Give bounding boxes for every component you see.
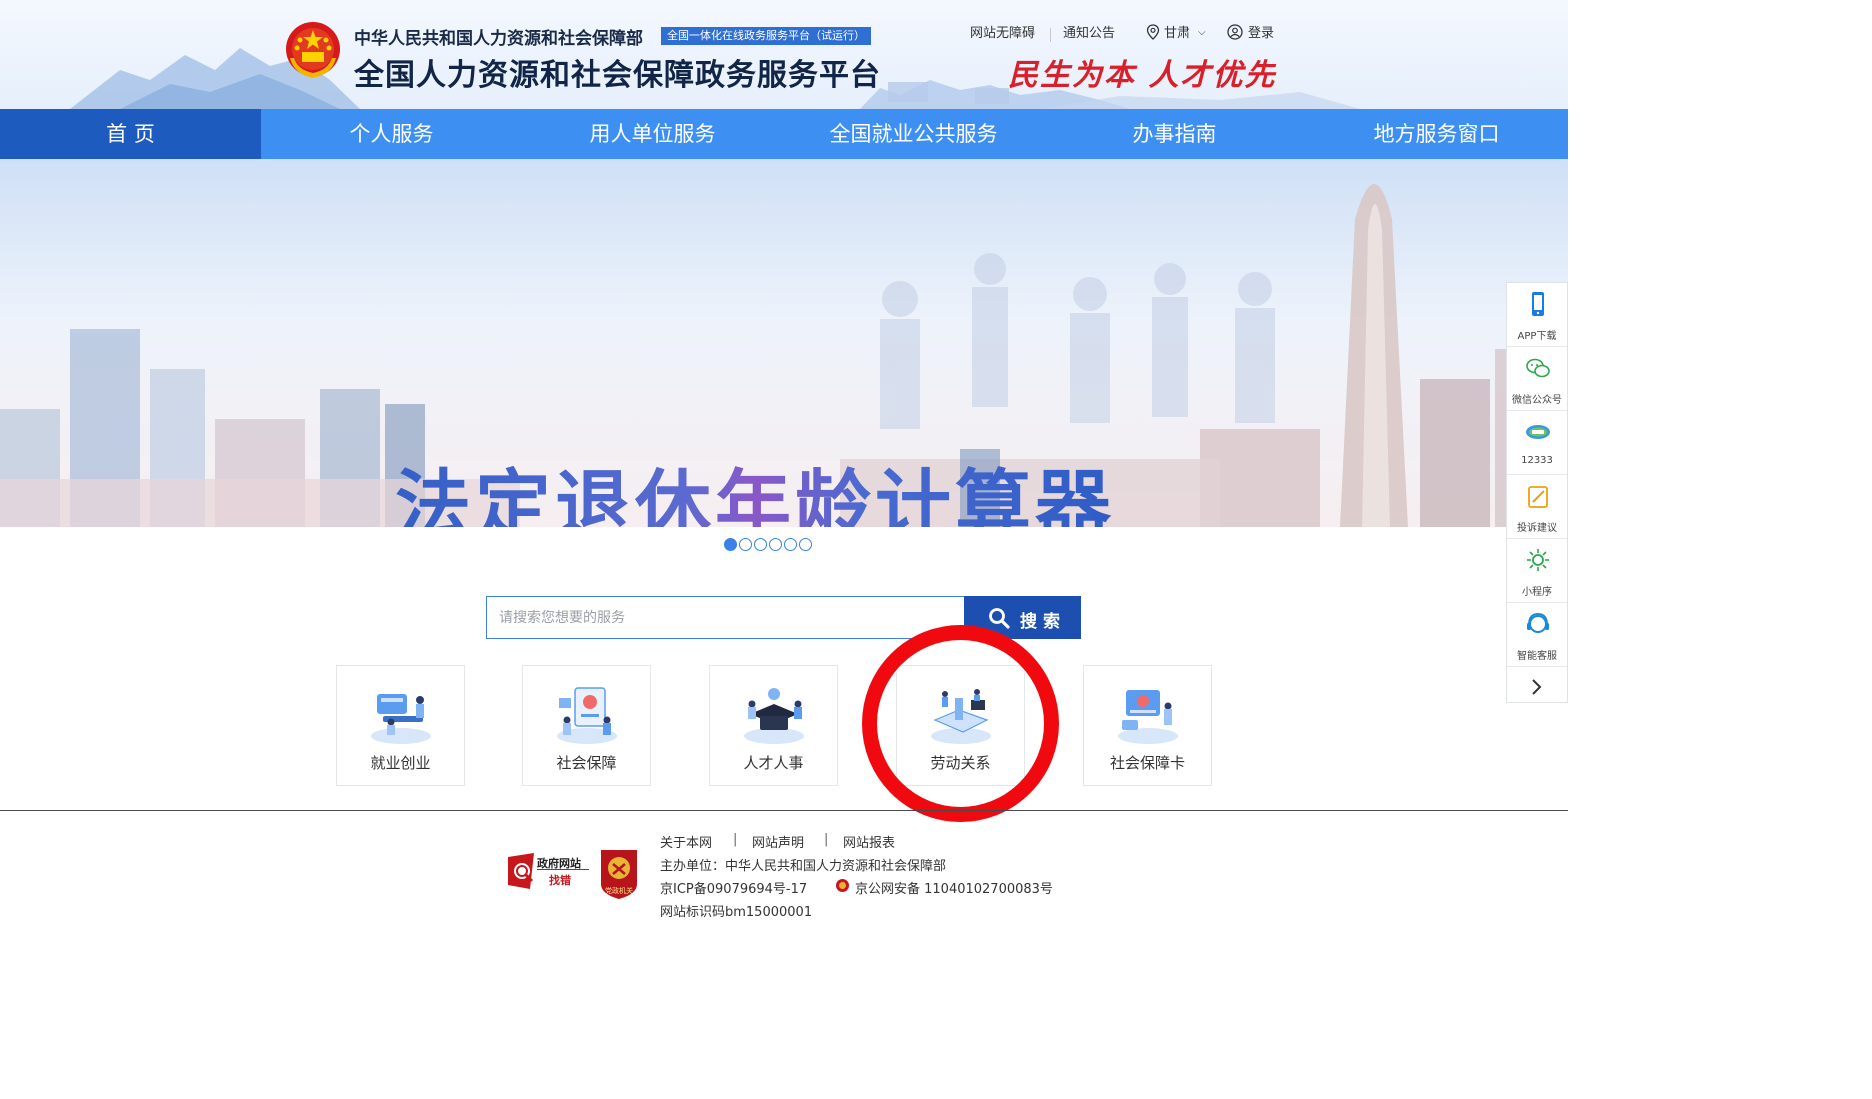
side-item-label: 12333: [1521, 455, 1553, 466]
footer-divider: [0, 810, 1568, 811]
side-item-app-download[interactable]: APP下载: [1507, 283, 1567, 347]
search-button-label: 搜索: [1020, 612, 1066, 632]
footer-link-reports[interactable]: 网站报表: [843, 832, 895, 851]
region-selector[interactable]: 甘肃: [1164, 24, 1190, 44]
notice-link[interactable]: 通知公告: [1063, 24, 1115, 44]
party-government-badge[interactable]: 党政机关: [597, 848, 641, 900]
service-card-label: 社会保障卡: [1109, 754, 1185, 772]
footer-separator: |: [824, 832, 829, 847]
search-input[interactable]: [486, 596, 966, 639]
main-nav: 首 页 个人服务 用人单位服务 全国就业公共服务 办事指南 地方服务窗口: [0, 109, 1568, 159]
hotline-12333-icon: [1526, 425, 1550, 439]
footer-sponsor: 主办单位：中华人民共和国人力资源和社会保障部: [660, 859, 947, 874]
footer-icp[interactable]: 京ICP备09079694号-17: [660, 878, 807, 897]
service-card-label: 就业创业: [370, 754, 431, 772]
location-icon: [1146, 24, 1160, 47]
service-card-label: 人才人事: [743, 754, 804, 772]
slogan: 民生为本 人才优先: [1008, 58, 1277, 93]
side-item-customer-service[interactable]: 智能客服: [1507, 603, 1567, 667]
side-item-label: 智能客服: [1517, 651, 1557, 662]
side-toolbar: APP下载 微信公众号 12333 投诉建议 小程序 智能客服: [1506, 282, 1568, 703]
phone-icon: [1532, 292, 1544, 316]
nav-item-employment[interactable]: 全国就业公共服务: [783, 109, 1044, 159]
side-item-feedback[interactable]: 投诉建议: [1507, 475, 1567, 539]
footer-site-id: 网站标识码bm15000001: [660, 905, 813, 920]
footer-link-about[interactable]: 关于本网: [660, 832, 712, 851]
footer-separator: |: [733, 832, 738, 847]
national-emblem-icon: [286, 22, 340, 78]
side-item-12333[interactable]: 12333: [1507, 411, 1567, 475]
social-security-card-illustration-icon: [1118, 690, 1178, 744]
ministry-name: 中华人民共和国人力资源和社会保障部: [354, 29, 643, 49]
nav-item-personal[interactable]: 个人服务: [261, 109, 522, 159]
user-icon: [1227, 24, 1243, 47]
customer-service-icon: [1527, 612, 1549, 633]
side-item-label: APP下载: [1517, 331, 1557, 342]
divider: [1050, 28, 1051, 42]
service-card-label: 社会保障: [556, 754, 617, 772]
footer-police-record[interactable]: 京公网安备 11040102700083号: [855, 878, 1053, 897]
search-icon: [989, 608, 1010, 629]
employment-illustration-icon: [371, 694, 431, 744]
side-toolbar-expand[interactable]: [1507, 671, 1567, 703]
labor-relations-illustration-icon: [931, 689, 991, 744]
service-card-social-security[interactable]: 社会保障: [522, 665, 651, 786]
gov-website-find-error-logo[interactable]: 政府网站 找错: [506, 851, 592, 891]
carousel-dot[interactable]: [754, 538, 767, 551]
social-security-illustration-icon: [557, 687, 617, 744]
divider: [537, 869, 589, 870]
nav-item-guide[interactable]: 办事指南: [1044, 109, 1305, 159]
service-card-employment[interactable]: 就业创业: [336, 665, 465, 786]
banner-title: 法定退休年龄计算器: [395, 461, 1115, 527]
carousel-dot[interactable]: [769, 538, 782, 551]
mini-program-icon: [1527, 549, 1549, 571]
carousel-dot[interactable]: [739, 538, 752, 551]
police-badge-icon: [835, 878, 850, 897]
hero-banner[interactable]: 法定退休年龄计算器: [0, 159, 1568, 527]
accessibility-link[interactable]: 网站无障碍: [970, 24, 1035, 44]
carousel-dot[interactable]: [799, 538, 812, 551]
service-card-labor-relations[interactable]: 劳动关系: [896, 665, 1025, 786]
service-card-social-security-card[interactable]: 社会保障卡: [1083, 665, 1212, 786]
service-card-label: 劳动关系: [930, 754, 991, 772]
platform-title: 全国人力资源和社会保障政务服务平台: [354, 58, 881, 93]
party-badge-text: 党政机关: [605, 887, 633, 895]
wechat-icon: [1526, 358, 1550, 378]
side-item-wechat[interactable]: 微信公众号: [1507, 347, 1567, 411]
footer-link-statement[interactable]: 网站声明: [752, 832, 804, 851]
carousel-dot[interactable]: [784, 538, 797, 551]
gov-find-sub: 找错: [549, 874, 571, 887]
site-header: 中华人民共和国人力资源和社会保障部 全国一体化在线政务服务平台（试运行） 全国人…: [0, 0, 1568, 109]
login-link[interactable]: 登录: [1248, 24, 1274, 44]
search-button[interactable]: 搜索: [964, 596, 1081, 639]
service-card-talent[interactable]: 人才人事: [709, 665, 838, 786]
feedback-icon: [1528, 486, 1548, 508]
side-item-label: 微信公众号: [1512, 395, 1562, 406]
side-item-label: 小程序: [1522, 587, 1552, 598]
nav-item-local[interactable]: 地方服务窗口: [1305, 109, 1568, 159]
chevron-down-icon: ⌵: [1198, 27, 1206, 38]
nav-item-employer[interactable]: 用人单位服务: [522, 109, 783, 159]
chevron-right-icon: [1532, 679, 1542, 695]
talent-illustration-icon: [744, 688, 804, 744]
side-item-mini-program[interactable]: 小程序: [1507, 539, 1567, 603]
carousel-dot[interactable]: [724, 538, 737, 551]
trial-badge: 全国一体化在线政务服务平台（试运行）: [661, 27, 871, 45]
nav-item-home[interactable]: 首 页: [0, 109, 261, 159]
side-item-label: 投诉建议: [1517, 523, 1557, 534]
